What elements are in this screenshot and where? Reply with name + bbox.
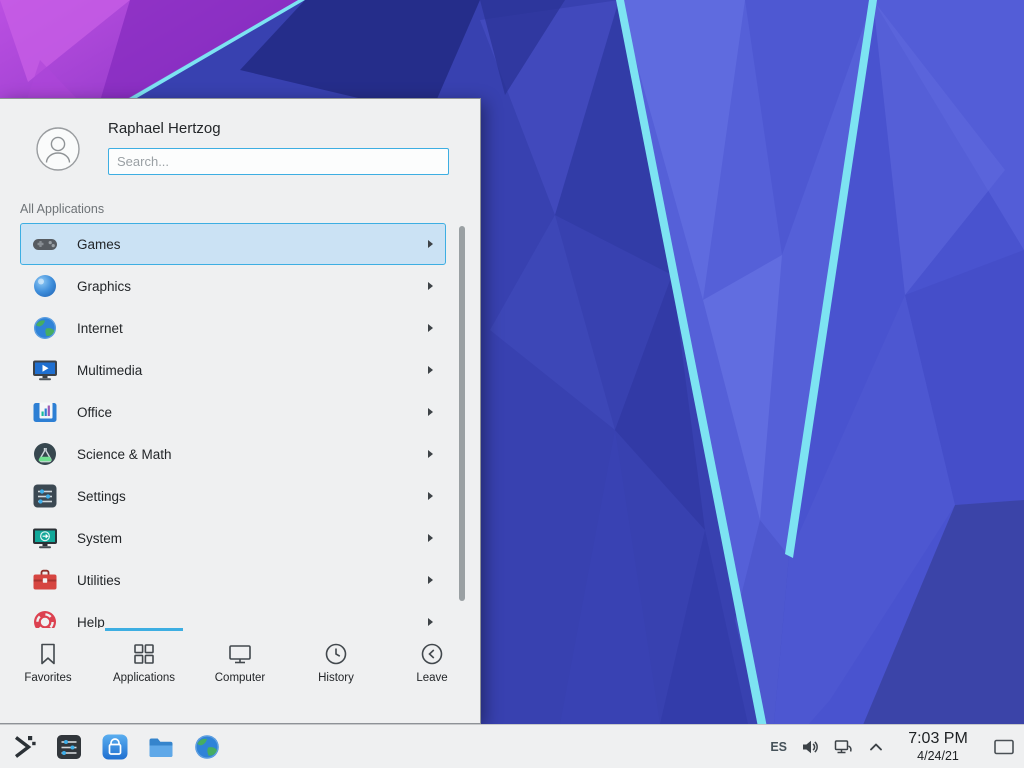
- category-row-help[interactable]: Help: [20, 601, 446, 628]
- user-avatar[interactable]: [36, 127, 80, 171]
- category-label: Games: [77, 237, 121, 252]
- category-row-settings[interactable]: Settings: [20, 475, 446, 517]
- keyboard-layout-indicator[interactable]: ES: [770, 740, 787, 754]
- pinned-app-discover[interactable]: [100, 732, 130, 762]
- submenu-caret-icon: [428, 534, 433, 542]
- tab-applications[interactable]: Applications: [96, 628, 192, 701]
- clock-icon: [323, 641, 349, 667]
- application-launcher-panel: Raphael Hertzog All Applications Games G…: [0, 98, 481, 724]
- sliders-icon: [31, 482, 59, 510]
- pinned-app-browser[interactable]: [192, 732, 222, 762]
- section-label-all-applications: All Applications: [20, 202, 104, 216]
- taskbar-left: [0, 725, 238, 768]
- scrollbar-thumb[interactable]: [459, 226, 465, 601]
- tab-leave[interactable]: Leave: [384, 628, 480, 701]
- category-row-graphics[interactable]: Graphics: [20, 265, 446, 307]
- category-label: Utilities: [77, 573, 121, 588]
- system-tray: ES 7:03 PM 4/24/21: [770, 725, 1024, 768]
- category-row-office[interactable]: Office: [20, 391, 446, 433]
- plasma-logo-icon: [8, 732, 38, 762]
- pinned-app-files[interactable]: [146, 732, 176, 762]
- tab-computer[interactable]: Computer: [192, 628, 288, 701]
- clock-widget[interactable]: 7:03 PM 4/24/21: [899, 730, 977, 763]
- graphics-sphere-icon: [31, 272, 59, 300]
- gamepad-icon: [31, 230, 59, 258]
- submenu-caret-icon: [428, 576, 433, 584]
- submenu-caret-icon: [428, 366, 433, 374]
- browser-globe-icon: [192, 732, 222, 762]
- tab-favorites[interactable]: Favorites: [0, 628, 96, 701]
- grid-icon: [131, 641, 157, 667]
- date-text: 4/24/21: [899, 749, 977, 763]
- discover-bag-icon: [100, 732, 130, 762]
- submenu-caret-icon: [428, 618, 433, 626]
- category-label: Graphics: [77, 279, 131, 294]
- globe-icon: [31, 314, 59, 342]
- category-row-science-math[interactable]: Science & Math: [20, 433, 446, 475]
- application-category-list: Games Graphics Internet Multimedia: [20, 223, 446, 628]
- category-label: Multimedia: [77, 363, 142, 378]
- category-row-multimedia[interactable]: Multimedia: [20, 349, 446, 391]
- submenu-caret-icon: [428, 492, 433, 500]
- application-launcher-button[interactable]: [8, 732, 38, 762]
- tab-label: Applications: [113, 672, 175, 684]
- bookmark-icon: [35, 641, 61, 667]
- category-label: Office: [77, 405, 112, 420]
- tab-history[interactable]: History: [288, 628, 384, 701]
- submenu-caret-icon: [428, 282, 433, 290]
- list-scrollbar: [459, 223, 465, 628]
- category-row-games[interactable]: Games: [20, 223, 446, 265]
- flask-icon: [31, 440, 59, 468]
- back-circle-icon: [419, 641, 445, 667]
- category-row-utilities[interactable]: Utilities: [20, 559, 446, 601]
- active-tab-indicator: [105, 628, 183, 631]
- show-desktop-button[interactable]: [992, 732, 1016, 762]
- submenu-caret-icon: [428, 324, 433, 332]
- submenu-caret-icon: [428, 408, 433, 416]
- document-chart-icon: [31, 398, 59, 426]
- category-label: Internet: [77, 321, 123, 336]
- category-label: Science & Math: [77, 447, 172, 462]
- pinned-app-tweaks[interactable]: [54, 732, 84, 762]
- tab-label: Computer: [215, 672, 266, 684]
- lifebuoy-icon: [31, 608, 59, 628]
- category-label: Help: [77, 615, 105, 629]
- network-display-icon: [833, 737, 853, 757]
- launcher-tab-strip: Favorites Applications Computer History: [0, 628, 480, 701]
- search-input[interactable]: [108, 148, 449, 175]
- taskbar: ES 7:03 PM 4/24/21: [0, 724, 1024, 768]
- submenu-caret-icon: [428, 240, 433, 248]
- network-button[interactable]: [833, 737, 853, 757]
- toolbox-icon: [31, 566, 59, 594]
- show-desktop-icon: [993, 736, 1015, 758]
- monitor-play-icon: [31, 356, 59, 384]
- category-label: Settings: [77, 489, 126, 504]
- terminal-tweaks-icon: [54, 732, 84, 762]
- tab-label: Leave: [416, 672, 447, 684]
- folder-icon: [146, 732, 176, 762]
- category-label: System: [77, 531, 122, 546]
- monitor-icon: [227, 641, 253, 667]
- expand-tray-button[interactable]: [866, 737, 886, 757]
- time-text: 7:03 PM: [899, 730, 977, 748]
- system-monitor-icon: [31, 524, 59, 552]
- speaker-icon: [800, 737, 820, 757]
- tab-label: History: [318, 672, 354, 684]
- chevron-up-icon: [866, 737, 886, 757]
- user-name: Raphael Hertzog: [108, 120, 221, 137]
- submenu-caret-icon: [428, 450, 433, 458]
- category-row-system[interactable]: System: [20, 517, 446, 559]
- tab-label: Favorites: [24, 672, 71, 684]
- category-row-internet[interactable]: Internet: [20, 307, 446, 349]
- volume-button[interactable]: [800, 737, 820, 757]
